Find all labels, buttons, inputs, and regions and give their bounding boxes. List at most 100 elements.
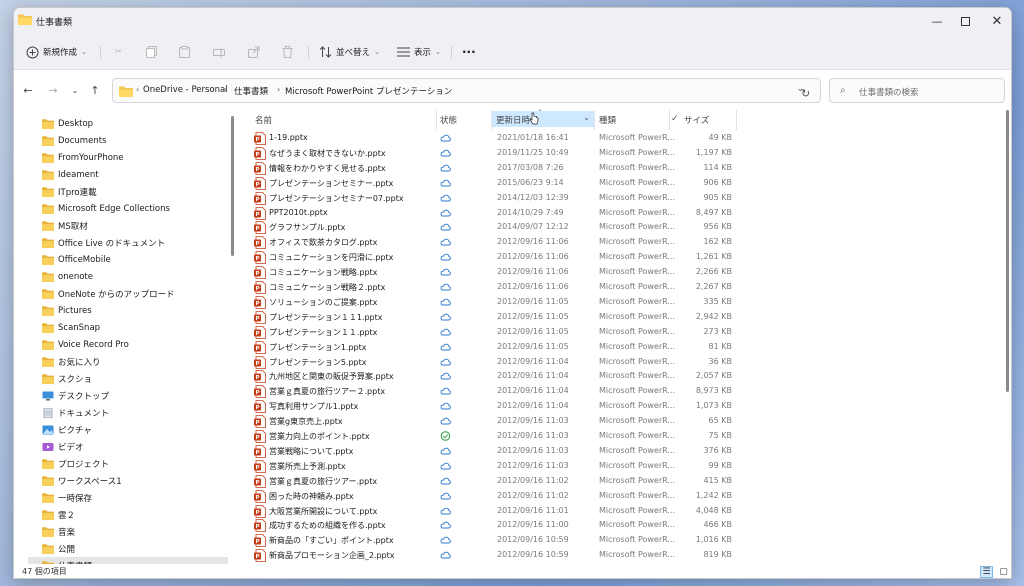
file-row[interactable]: P コミュニケーション戦略.pptx 2012/09/16 11:06 Microso…	[244, 265, 1004, 280]
sidebar-item[interactable]: OfficeMobile	[42, 251, 228, 268]
sidebar-item[interactable]: 音楽	[42, 523, 228, 540]
navigation-pane: Desktop Documents FromYourPhone Ideament ITp…	[14, 110, 232, 564]
sort-button[interactable]: 並べ替え ⌄	[319, 43, 380, 61]
refresh-button[interactable]: ↻	[801, 87, 810, 100]
column-divider[interactable]	[594, 110, 595, 130]
column-divider[interactable]	[669, 110, 670, 130]
sidebar-item[interactable]: 仕事書類	[28, 557, 228, 564]
view-button[interactable]: 表示 ⌄	[397, 43, 441, 61]
back-button[interactable]: ←	[20, 82, 36, 98]
sidebar-item[interactable]: スクショ	[42, 370, 228, 387]
column-header-modified[interactable]: 更新日時 ⌄ ⌄	[492, 105, 594, 127]
file-row[interactable]: P プレゼンテーション１１.pptx 2012/09/16 11:05 Microso…	[244, 325, 1004, 340]
sidebar-item[interactable]: Ideament	[42, 166, 228, 183]
file-row[interactable]: P プレゼンテーションセミナー.pptx 2015/06/23 9:14 Micros…	[244, 176, 1004, 191]
delete-button[interactable]	[281, 43, 298, 61]
breadcrumb-folder[interactable]: 仕事書類	[234, 85, 268, 97]
file-row[interactable]: P 営業g東京売上.pptx 2012/09/16 11:03 Microsoft P…	[244, 414, 1004, 429]
title-bar[interactable]: 仕事書類 — ✕	[14, 8, 1011, 34]
sidebar-item[interactable]: デスクトップ	[42, 387, 228, 404]
scrollbar-thumb[interactable]	[1006, 110, 1009, 392]
file-row[interactable]: P 営業所売上予測.pptx 2012/09/16 11:03 Microsoft P…	[244, 459, 1004, 474]
sidebar-item[interactable]: ドキュメント	[42, 404, 228, 421]
file-row[interactable]: P コミュニケーションを円滑に.pptx 2012/09/16 11:06 Micro…	[244, 250, 1004, 265]
file-row[interactable]: P 新商品の「すごい」ポイント.pptx 2012/09/16 10:59 Micro…	[244, 533, 1004, 548]
sidebar-item[interactable]: ピクチャ	[42, 421, 228, 438]
cloud-icon	[440, 268, 451, 276]
column-divider[interactable]	[436, 110, 437, 130]
column-header-status[interactable]: 状態	[440, 114, 457, 126]
file-row[interactable]: P 情報をわかりやすく見せる.pptx 2017/03/08 7:26 Microso…	[244, 161, 1004, 176]
sidebar-item[interactable]: Microsoft Edge Collections	[42, 200, 228, 217]
sidebar-item[interactable]: 雲２	[42, 506, 228, 523]
file-list-scrollbar[interactable]	[1005, 110, 1011, 392]
share-button[interactable]	[247, 43, 264, 61]
sidebar-item[interactable]: Desktop	[42, 115, 228, 132]
file-row[interactable]: P 営業ｇ真夏の旅行ツアー２.pptx 2012/09/16 11:04 Micros…	[244, 384, 1004, 399]
file-row[interactable]: P 新商品プロモーション企画_2.pptx 2012/09/16 10:59 Micr…	[244, 548, 1004, 563]
file-row[interactable]: P 営業戦略について.pptx 2012/09/16 11:03 Microsoft …	[244, 444, 1004, 459]
sidebar-item[interactable]: Office Live のドキュメント	[42, 234, 228, 251]
file-row[interactable]: P 営業力向上のポイント.pptx 2012/09/16 11:03 Microsof…	[244, 429, 1004, 444]
search-box[interactable]: ⌕ 仕事書類の検索	[829, 78, 1005, 103]
sidebar-item[interactable]: ScanSnap	[42, 319, 228, 336]
svg-text:P: P	[255, 212, 259, 218]
column-header-size[interactable]: サイズ	[684, 114, 709, 126]
sidebar-item[interactable]: OneNote からのアップロード	[42, 285, 228, 302]
powerpoint-file-icon: P	[254, 221, 266, 235]
sidebar-item-label: 音楽	[58, 527, 76, 538]
file-row[interactable]: P なぜうまく取材できないか.pptx 2019/11/25 10:49 Micros…	[244, 146, 1004, 161]
file-row[interactable]: P 写真利用サンプル1.pptx 2012/09/16 11:04 Microsoft…	[244, 399, 1004, 414]
file-row[interactable]: P オフィスで飲茶カタログ.pptx 2012/09/16 11:06 Microso…	[244, 235, 1004, 250]
close-button[interactable]: ✕	[981, 10, 1011, 32]
sidebar-item[interactable]: 公開	[42, 540, 228, 557]
sidebar-item[interactable]: お気に入り	[42, 353, 228, 370]
rename-button[interactable]	[212, 43, 229, 61]
file-row[interactable]: P コミュニケーション戦略２.pptx 2012/09/16 11:06 Micros…	[244, 280, 1004, 295]
new-button[interactable]: 新規作成 ⌄	[26, 43, 87, 61]
copy-button[interactable]	[145, 43, 162, 61]
file-row[interactable]: P 1-19.pptx 2021/01/18 16:41 Microsoft Powe…	[244, 131, 1004, 146]
sidebar-item[interactable]: MS取材	[42, 217, 228, 234]
column-header-name[interactable]: 名前	[255, 114, 272, 126]
file-modified: 2012/09/16 11:05	[497, 326, 569, 336]
file-row[interactable]: P プレゼンテーション5.pptx 2012/09/16 11:04 Microsof…	[244, 355, 1004, 370]
address-bar[interactable]: › OneDrive - Personal › 仕事書類 › Microsoft…	[112, 78, 821, 103]
sidebar-item[interactable]: Pictures	[42, 302, 228, 319]
file-row[interactable]: P プレゼンテーション1.pptx 2012/09/16 11:05 Microsof…	[244, 340, 1004, 355]
recent-locations-button[interactable]: ⌄	[67, 82, 83, 98]
file-row[interactable]: P ソリューションのご提案.pptx 2012/09/16 11:05 Microso…	[244, 295, 1004, 310]
forward-button[interactable]: →	[45, 82, 61, 98]
breadcrumb-onedrive[interactable]: OneDrive - Personal	[143, 85, 228, 95]
sidebar-item[interactable]: Documents	[42, 132, 228, 149]
sidebar-item[interactable]: ビデオ	[42, 438, 228, 455]
file-row[interactable]: P 大阪営業所開設について.pptx 2012/09/16 11:01 Microso…	[244, 504, 1004, 519]
file-row[interactable]: P プレゼンテーション１１1.pptx 2012/09/16 11:05 Micros…	[244, 310, 1004, 325]
breadcrumb-current[interactable]: Microsoft PowerPoint プレゼンテーション	[285, 85, 452, 97]
file-row[interactable]: P プレゼンテーションセミナー07.pptx 2014/12/03 12:39 Mic…	[244, 191, 1004, 206]
file-row[interactable]: P 成功するための組織を作る.pptx 2012/09/16 11:00 Micros…	[244, 518, 1004, 533]
tiles-view-button[interactable]: ▢	[997, 566, 1010, 578]
file-row[interactable]: P グラフサンプル.pptx 2014/09/07 12:12 Microsoft P…	[244, 220, 1004, 235]
cut-button[interactable]: ✂	[112, 43, 129, 61]
up-button[interactable]: ↑	[87, 82, 103, 98]
file-row[interactable]: P 九州地区と関東の販促予算案.pptx 2012/09/16 11:04 Micro…	[244, 369, 1004, 384]
sidebar-item[interactable]: Voice Record Pro	[42, 336, 228, 353]
column-divider[interactable]	[736, 110, 737, 130]
maximize-button[interactable]	[949, 10, 981, 32]
file-row[interactable]: P 営業ｇ真夏の旅行ツアー.pptx 2012/09/16 11:02 Microso…	[244, 474, 1004, 489]
navigation-pane-scrollbar[interactable]	[231, 116, 234, 256]
file-row[interactable]: P PPT2010t.pptx 2014/10/29 7:49 Microsoft P…	[244, 206, 1004, 221]
sidebar-item[interactable]: プロジェクト	[42, 455, 228, 472]
sidebar-item[interactable]: 一時保存	[42, 489, 228, 506]
sidebar-item[interactable]: ITpro連載	[42, 183, 228, 200]
details-view-button[interactable]: ☰	[980, 566, 993, 578]
file-row[interactable]: P 困った時の神頼み.pptx 2012/09/16 11:02 Microsoft …	[244, 489, 1004, 504]
column-header-type[interactable]: 種類	[599, 114, 616, 126]
sidebar-item[interactable]: onenote	[42, 268, 228, 285]
file-modified: 2012/09/16 11:06	[497, 237, 569, 247]
paste-button[interactable]	[178, 43, 195, 61]
sidebar-item[interactable]: FromYourPhone	[42, 149, 228, 166]
sidebar-item[interactable]: ワークスペース1	[42, 472, 228, 489]
more-options-button[interactable]: ···	[462, 43, 476, 61]
